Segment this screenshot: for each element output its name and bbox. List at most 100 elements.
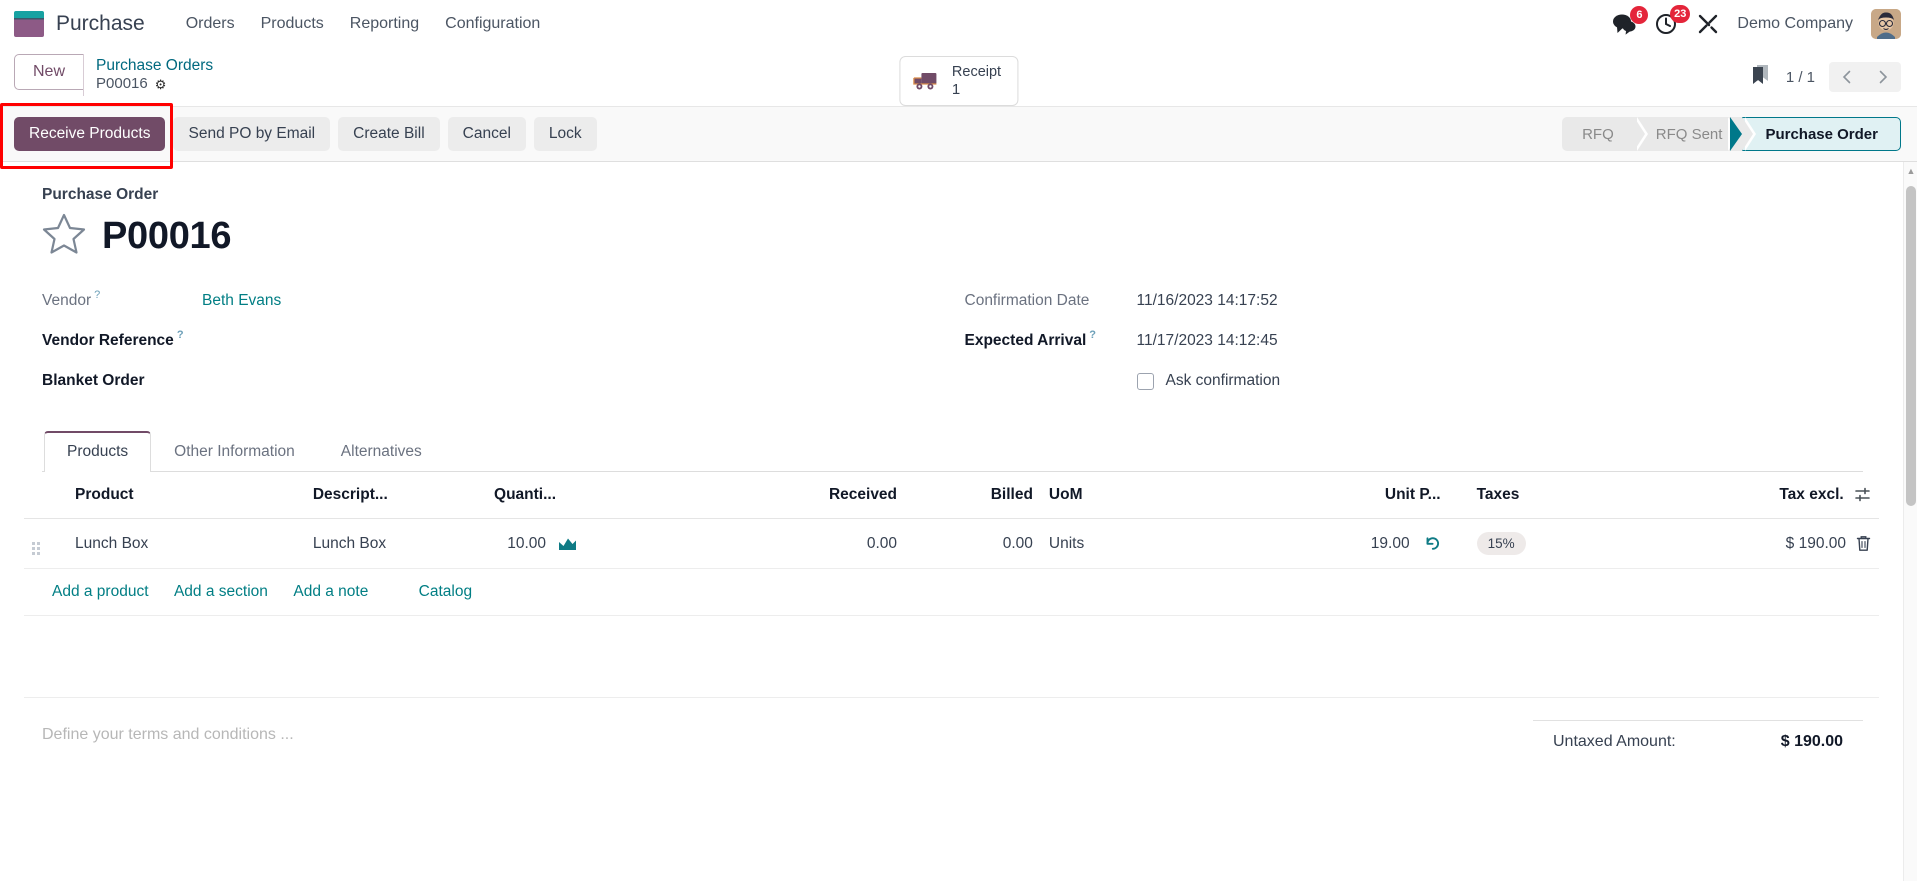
vendor-reference-input[interactable]	[202, 331, 402, 351]
th-product[interactable]: Product	[67, 472, 305, 519]
tab-products[interactable]: Products	[44, 431, 152, 472]
add-a-note-link[interactable]: Add a note	[293, 583, 368, 600]
order-lines-head: Product Descript... Quanti... Received B…	[24, 472, 1879, 519]
th-tax-excl[interactable]: Tax excl.	[1663, 472, 1879, 519]
cell-taxes[interactable]: 15%	[1448, 518, 1664, 569]
th-uom[interactable]: UoM	[1040, 472, 1223, 519]
unit-price-wrapper: 19.00	[1230, 535, 1440, 553]
th-description[interactable]: Descript...	[304, 472, 487, 519]
cell-quantity[interactable]: 10.00	[486, 518, 713, 569]
ask-confirmation-checkbox[interactable]	[1136, 372, 1154, 390]
cell-uom[interactable]: Units	[1040, 518, 1223, 569]
control-panel: New Purchase Orders P00016 ⚙ Receipt 1 1…	[0, 48, 1917, 106]
activities-button[interactable]: 23	[1655, 5, 1691, 36]
untaxed-amount-row: Untaxed Amount: $ 190.00	[1533, 720, 1863, 751]
unit-price-value: 19.00	[1370, 534, 1410, 552]
pager-previous-button[interactable]	[1829, 62, 1865, 92]
cell-product[interactable]: Lunch Box	[67, 518, 305, 569]
confirmation-date-value[interactable]: 11/16/2023 14:17:52	[1137, 292, 1278, 310]
lock-button[interactable]: Lock	[533, 117, 597, 151]
favorite-star-icon[interactable]	[42, 212, 86, 259]
table-row[interactable]: Lunch Box Lunch Box 10.00 0.00 0.00 Unit…	[24, 518, 1879, 569]
order-lines-body: Lunch Box Lunch Box 10.00 0.00 0.00 Unit…	[24, 518, 1879, 698]
send-po-by-email-button[interactable]: Send PO by Email	[173, 117, 331, 151]
vendor-value[interactable]: Beth Evans	[202, 292, 281, 310]
cell-tax-excl[interactable]: $ 190.00	[1663, 518, 1879, 569]
expected-arrival-value[interactable]: 11/17/2023 14:12:45	[1137, 332, 1278, 350]
tax-tag[interactable]: 15%	[1476, 532, 1526, 555]
menu-item-orders[interactable]: Orders	[173, 9, 248, 39]
breadcrumb-parent-link[interactable]: Purchase Orders	[96, 56, 213, 75]
bookmark-icon[interactable]	[1750, 63, 1772, 92]
cell-description[interactable]: Lunch Box	[304, 518, 487, 569]
cell-received[interactable]: 0.00	[712, 518, 906, 569]
menu-item-products[interactable]: Products	[248, 9, 337, 39]
optional-columns-toggle-icon[interactable]	[1854, 487, 1871, 502]
scrollbar-thumb[interactable]	[1906, 186, 1916, 506]
notebook: Products Other Information Alternatives	[42, 431, 1863, 472]
expected-arrival-label: Expected Arrival ?	[965, 329, 1137, 350]
th-billed[interactable]: Billed	[905, 472, 1041, 519]
receive-products-button[interactable]: Receive Products	[14, 117, 166, 151]
reset-price-icon[interactable]	[1424, 535, 1441, 552]
cell-billed[interactable]: 0.00	[905, 518, 1041, 569]
add-line-cell: Add a product Add a section Add a note C…	[24, 568, 1879, 616]
add-a-section-link[interactable]: Add a section	[174, 583, 268, 600]
create-bill-button[interactable]: Create Bill	[338, 117, 440, 151]
receipt-smart-button[interactable]: Receipt 1	[898, 56, 1019, 106]
trash-icon	[1856, 536, 1871, 551]
cell-unit-price[interactable]: 19.00	[1222, 518, 1449, 569]
form-sheet-inner: Purchase Order P00016 Vendor ? Beth Evan…	[0, 186, 1903, 472]
th-quantity[interactable]: Quanti...	[486, 472, 713, 519]
order-statusbar: RFQ RFQ Sent Purchase Order	[1562, 117, 1901, 151]
th-taxes[interactable]: Taxes	[1448, 472, 1664, 519]
cancel-button[interactable]: Cancel	[447, 117, 526, 151]
status-step-rfq-sent[interactable]: RFQ Sent	[1633, 117, 1757, 151]
breadcrumb: Purchase Orders P00016 ⚙	[83, 54, 213, 96]
user-avatar[interactable]	[1871, 9, 1901, 39]
vendor-reference-help-icon[interactable]: ?	[177, 329, 184, 341]
field-row-expected-arrival: Expected Arrival ? 11/17/2023 14:12:45	[965, 321, 1864, 361]
th-received[interactable]: Received	[712, 472, 906, 519]
order-lines-header-row: Product Descript... Quanti... Received B…	[24, 472, 1879, 519]
delete-line-icon[interactable]	[1856, 535, 1871, 552]
th-handle	[24, 472, 68, 519]
scroll-up-arrow-icon[interactable]: ▲	[1906, 166, 1916, 176]
expected-arrival-help-icon[interactable]: ?	[1089, 329, 1096, 341]
row-drag-cell[interactable]	[24, 518, 68, 569]
wrench-screwdriver-icon	[1699, 14, 1718, 34]
company-switcher[interactable]: Demo Company	[1737, 15, 1853, 33]
empty-filler-row	[24, 615, 1879, 698]
menu-item-reporting[interactable]: Reporting	[337, 9, 432, 39]
record-settings-gear-icon[interactable]: ⚙	[155, 77, 167, 93]
debug-tools-button[interactable]	[1697, 13, 1719, 35]
drag-handle-icon[interactable]	[32, 542, 40, 555]
confirmation-date-label: Confirmation Date	[965, 292, 1137, 310]
tab-other-information[interactable]: Other Information	[151, 431, 318, 472]
forecast-report-icon[interactable]	[558, 536, 577, 552]
th-unit-price[interactable]: Unit P...	[1222, 472, 1449, 519]
notebook-tabs: Products Other Information Alternatives	[42, 431, 1863, 472]
chevron-left-icon	[1842, 70, 1851, 84]
ask-confirmation-label[interactable]: Ask confirmation	[1166, 372, 1281, 390]
add-a-product-link[interactable]: Add a product	[52, 583, 149, 600]
tab-alternatives[interactable]: Alternatives	[318, 431, 445, 472]
form-right-column: Confirmation Date 11/16/2023 14:17:52 Ex…	[953, 281, 1864, 401]
messages-button[interactable]: 6	[1612, 6, 1649, 35]
vertical-scrollbar[interactable]: ▲	[1903, 162, 1917, 881]
activities-badge: 23	[1670, 5, 1691, 23]
pager-next-button[interactable]	[1865, 62, 1901, 92]
catalog-link[interactable]: Catalog	[419, 583, 472, 600]
status-step-rfq[interactable]: RFQ	[1562, 117, 1648, 151]
vendor-help-icon[interactable]: ?	[94, 289, 100, 301]
tax-excl-wrapper: $ 190.00	[1672, 535, 1871, 553]
bookmark-glyph-icon	[1752, 64, 1768, 84]
pager-value[interactable]: 1 / 1	[1786, 69, 1815, 86]
terms-and-conditions-input[interactable]: Define your terms and conditions ...	[42, 720, 1533, 744]
breadcrumb-current: P00016 ⚙	[96, 75, 213, 94]
new-record-button[interactable]: New	[14, 54, 84, 91]
status-step-purchase-order[interactable]: Purchase Order	[1742, 117, 1901, 151]
sheet-footer: Define your terms and conditions ... Unt…	[0, 698, 1903, 751]
blanket-order-input[interactable]	[202, 371, 402, 391]
menu-item-configuration[interactable]: Configuration	[432, 9, 553, 39]
